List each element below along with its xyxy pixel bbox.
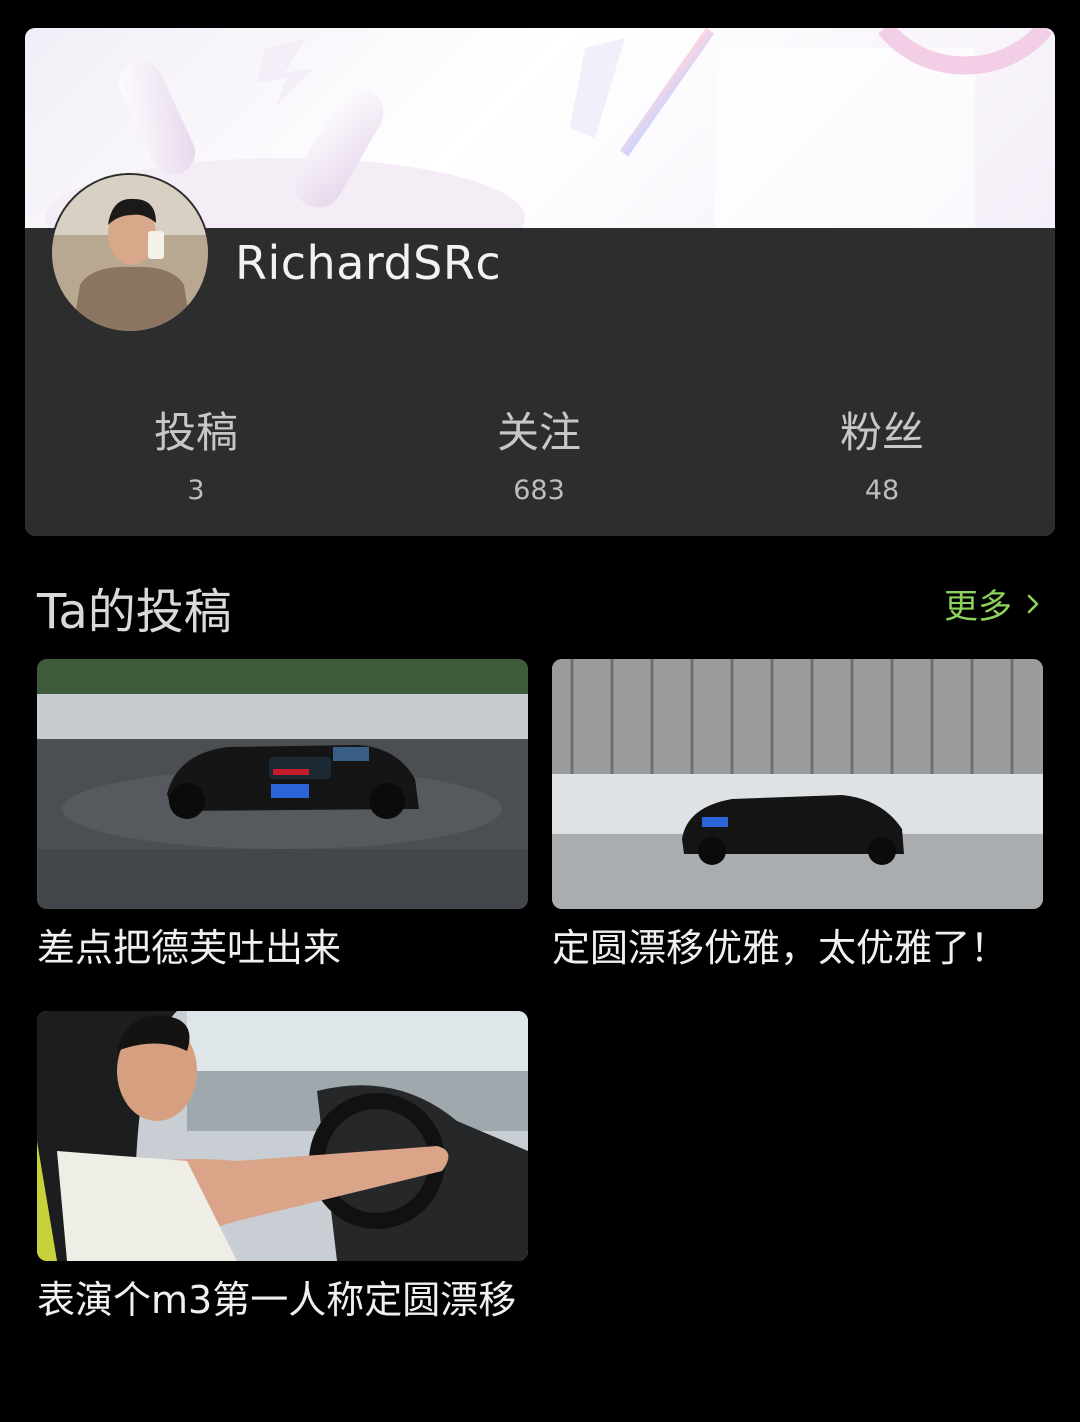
- post-card[interactable]: 差点把德芙吐出来: [37, 659, 528, 971]
- stat-followers[interactable]: 粉丝 48: [782, 403, 982, 506]
- post-card[interactable]: 表演个m3第一人称定圆漂移: [37, 1011, 528, 1323]
- stat-value: 3: [187, 475, 205, 506]
- stat-label: 粉丝: [839, 408, 924, 457]
- username: RichardSRc: [235, 236, 502, 290]
- stat-value: 683: [513, 475, 565, 506]
- post-thumbnail[interactable]: [37, 659, 528, 909]
- section-title: Ta的投稿: [37, 584, 232, 640]
- post-title[interactable]: 定圆漂移优雅，太优雅了！: [552, 925, 1043, 971]
- stat-posts[interactable]: 投稿 3: [96, 403, 296, 506]
- post-thumbnail[interactable]: [552, 659, 1043, 909]
- more-link[interactable]: 更多: [944, 579, 1044, 628]
- more-label: 更多: [944, 587, 1012, 627]
- post-thumbnail[interactable]: [37, 1011, 528, 1261]
- avatar[interactable]: [50, 173, 210, 333]
- profile-card: RichardSRc 投稿 3 关注 683 粉丝 48: [25, 28, 1055, 536]
- stat-label: 投稿: [153, 408, 238, 457]
- stat-following[interactable]: 关注 683: [439, 403, 639, 506]
- stat-value: 48: [864, 475, 900, 506]
- post-title[interactable]: 表演个m3第一人称定圆漂移: [37, 1277, 528, 1323]
- stat-label: 关注: [496, 408, 581, 457]
- chevron-right-icon: [1027, 594, 1039, 613]
- post-title[interactable]: 差点把德芙吐出来: [37, 925, 528, 971]
- post-card[interactable]: 定圆漂移优雅，太优雅了！: [552, 659, 1043, 971]
